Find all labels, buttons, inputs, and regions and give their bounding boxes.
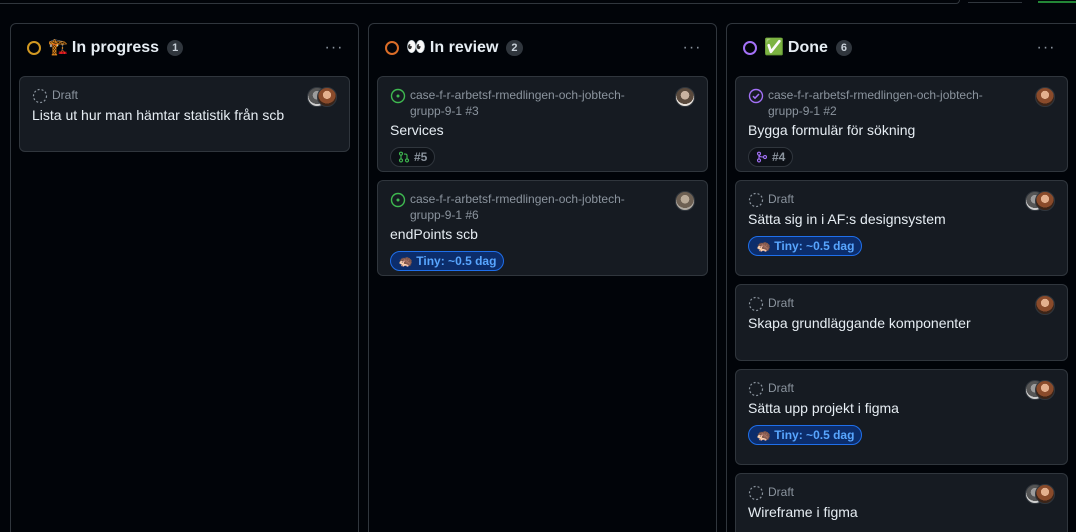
avatar xyxy=(1035,295,1055,315)
board-column-done: ✅ Done 6 ··· case-f-r-arbetsf-rmedlingen… xyxy=(726,23,1076,532)
card-title[interactable]: Services xyxy=(390,121,695,139)
card-meta-text[interactable]: case-f-r-arbetsf-rmedlingen-och-jobtech-… xyxy=(410,87,695,119)
column-title: In review xyxy=(429,39,499,56)
card-title[interactable]: Wireframe i figma xyxy=(748,503,1055,521)
card-meta-text: Draft xyxy=(768,192,795,206)
construction-icon: 🏗️ xyxy=(48,39,68,56)
card-meta: case-f-r-arbetsf-rmedlingen-och-jobtech-… xyxy=(390,191,695,223)
assignees[interactable] xyxy=(1025,380,1055,400)
toolbar-border xyxy=(0,0,960,4)
board-card[interactable]: Draft Sätta upp projekt i figma 🦔 Tiny: … xyxy=(735,369,1068,465)
merged-pull-request-icon xyxy=(756,151,768,163)
check-mark-icon: ✅ xyxy=(764,39,784,56)
assignees[interactable] xyxy=(1025,484,1055,504)
card-meta: Draft xyxy=(32,87,337,104)
assignees[interactable] xyxy=(1035,295,1055,315)
card-title[interactable]: Lista ut hur man hämtar statistik från s… xyxy=(32,106,337,124)
assignees[interactable] xyxy=(307,87,337,107)
closed-issue-icon xyxy=(748,88,764,104)
board-card[interactable]: case-f-r-arbetsf-rmedlingen-och-jobtech-… xyxy=(735,76,1068,172)
draft-issue-icon xyxy=(748,485,764,501)
assignees[interactable] xyxy=(675,191,695,211)
open-issue-icon xyxy=(390,88,406,104)
card-meta: Draft xyxy=(748,191,1055,208)
card-meta: case-f-r-arbetsf-rmedlingen-och-jobtech-… xyxy=(748,87,1055,119)
open-issue-icon xyxy=(390,192,406,208)
board-card[interactable]: case-f-r-arbetsf-rmedlingen-och-jobtech-… xyxy=(377,76,708,172)
column-title: In progress xyxy=(71,39,160,56)
card-meta: Draft xyxy=(748,295,1055,312)
assignees[interactable] xyxy=(675,87,695,107)
board-card[interactable]: Draft Skapa grundläggande komponenter xyxy=(735,284,1068,361)
avatar xyxy=(317,87,337,107)
board-column-in-progress: 🏗️ In progress 1 ··· Draft Lista ut hur … xyxy=(10,23,359,532)
card-title[interactable]: Sätta sig in i AF:s designsystem xyxy=(748,210,1055,228)
card-meta-text[interactable]: case-f-r-arbetsf-rmedlingen-och-jobtech-… xyxy=(410,191,695,223)
column-title: Done xyxy=(787,39,828,56)
size-label[interactable]: 🦔 Tiny: ~0.5 dag xyxy=(748,425,863,445)
card-meta-text: Draft xyxy=(768,485,795,499)
board-column-in-review: 👀 In review 2 ··· case-f-r-arbetsf-rmedl… xyxy=(368,23,717,532)
draft-issue-icon xyxy=(748,381,764,397)
card-title[interactable]: Bygga formulär för sökning xyxy=(748,121,1055,139)
column-header: 🏗️ In progress 1 ··· xyxy=(11,24,358,72)
size-label[interactable]: 🦔 Tiny: ~0.5 dag xyxy=(390,251,505,271)
in-review-status-icon xyxy=(385,41,399,55)
column-header: 👀 In review 2 ··· xyxy=(369,24,716,72)
item-count-badge: 6 xyxy=(835,40,853,56)
card-title[interactable]: Skapa grundläggande komponenter xyxy=(748,314,1055,332)
avatar xyxy=(675,191,695,211)
draft-issue-icon xyxy=(748,296,764,312)
pull-request-number: #4 xyxy=(772,150,786,164)
avatar xyxy=(1035,380,1055,400)
linked-pull-request[interactable]: #4 xyxy=(748,147,794,167)
card-title[interactable]: endPoints scb xyxy=(390,225,695,243)
avatar xyxy=(1035,484,1055,504)
avatar xyxy=(675,87,695,107)
pull-request-icon xyxy=(398,151,410,163)
card-meta: case-f-r-arbetsf-rmedlingen-och-jobtech-… xyxy=(390,87,695,119)
toolbar-accent xyxy=(1038,0,1076,3)
board-card[interactable]: case-f-r-arbetsf-rmedlingen-och-jobtech-… xyxy=(377,180,708,276)
avatar xyxy=(1035,87,1055,107)
avatar xyxy=(1035,191,1055,211)
item-count-badge: 2 xyxy=(506,40,523,56)
pull-request-number: #5 xyxy=(414,150,428,164)
column-header: ✅ Done 6 ··· xyxy=(727,24,1076,72)
draft-issue-icon xyxy=(748,192,764,208)
column-menu-button[interactable]: ··· xyxy=(320,36,348,60)
column-menu-button[interactable]: ··· xyxy=(1032,36,1060,60)
assignees[interactable] xyxy=(1035,87,1055,107)
item-count-badge: 1 xyxy=(167,40,184,56)
done-status-icon xyxy=(743,41,757,55)
board-card[interactable]: Draft Wireframe i figma xyxy=(735,473,1068,532)
column-menu-button[interactable]: ··· xyxy=(678,36,706,60)
board-card[interactable]: Draft Sätta sig in i AF:s designsystem 🦔… xyxy=(735,180,1068,276)
assignees[interactable] xyxy=(1025,191,1055,211)
linked-pull-request[interactable]: #5 xyxy=(390,147,436,167)
card-meta-text: Draft xyxy=(768,296,795,310)
eyes-icon: 👀 xyxy=(406,39,426,56)
card-meta-text[interactable]: case-f-r-arbetsf-rmedlingen-och-jobtech-… xyxy=(768,87,1055,119)
card-meta-text: Draft xyxy=(52,88,79,102)
card-meta-text: Draft xyxy=(768,381,795,395)
size-label[interactable]: 🦔 Tiny: ~0.5 dag xyxy=(748,236,863,256)
board-card[interactable]: Draft Lista ut hur man hämtar statistik … xyxy=(19,76,350,152)
toolbar-border xyxy=(968,0,1022,3)
card-title[interactable]: Sätta upp projekt i figma xyxy=(748,399,1055,417)
card-meta: Draft xyxy=(748,484,1055,501)
card-meta: Draft xyxy=(748,380,1055,397)
in-progress-status-icon xyxy=(27,41,41,55)
top-toolbar-edge xyxy=(0,0,1076,6)
draft-issue-icon xyxy=(32,88,48,104)
